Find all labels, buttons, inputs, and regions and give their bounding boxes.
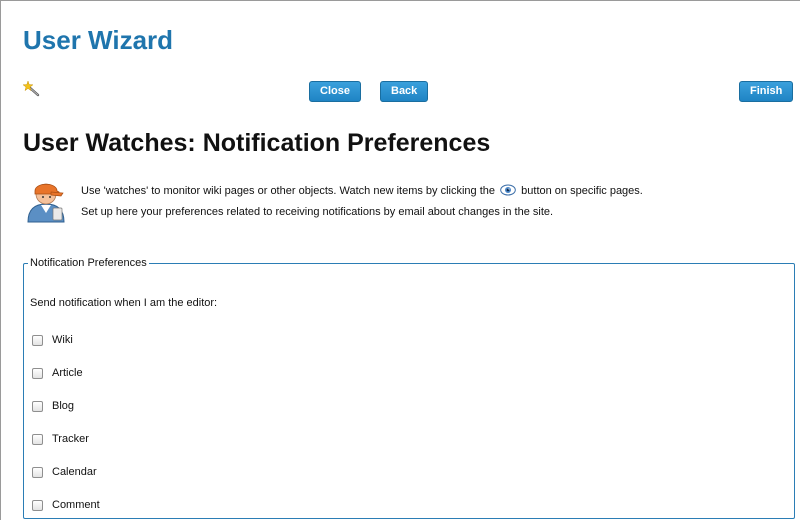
fieldset-legend: Notification Preferences: [30, 257, 147, 269]
eye-icon: [500, 184, 516, 196]
wand-icon: [23, 81, 40, 97]
option-label-calendar: Calendar: [52, 466, 97, 478]
intro-line-2: Set up here your preferences related to …: [81, 206, 554, 218]
option-label-wiki: Wiki: [52, 334, 73, 346]
option-label-article: Article: [52, 367, 83, 379]
notification-preferences-fieldset: Notification Preferences Send notificati…: [23, 257, 795, 519]
checkbox-article[interactable]: [32, 367, 43, 379]
user-wizard-page: User Wizard Close Back Finish User Watch…: [0, 0, 800, 520]
option-label-tracker: Tracker: [52, 433, 89, 445]
page-title: User Watches: Notification Preferences: [23, 129, 491, 157]
user-avatar-icon: [27, 183, 65, 223]
option-tracker[interactable]: Tracker: [32, 432, 89, 446]
send-notification-label: Send notification when I am the editor:: [30, 297, 218, 309]
option-article[interactable]: Article: [32, 366, 83, 380]
option-blog[interactable]: Blog: [32, 399, 74, 413]
intro-text: Use 'watches' to monitor wiki pages or o…: [81, 181, 643, 223]
checkbox-comment[interactable]: [32, 499, 43, 511]
close-button[interactable]: Close: [309, 81, 361, 102]
option-calendar[interactable]: Calendar: [32, 465, 97, 479]
intro-text-after-icon: button on specific pages.: [521, 185, 643, 197]
checkbox-blog[interactable]: [32, 400, 43, 412]
checkbox-wiki[interactable]: [32, 334, 43, 346]
finish-button[interactable]: Finish: [739, 81, 794, 102]
intro-text-before-icon: Use 'watches' to monitor wiki pages or o…: [81, 185, 496, 197]
checkbox-calendar[interactable]: [32, 466, 43, 478]
checkbox-tracker[interactable]: [32, 433, 43, 445]
option-wiki[interactable]: Wiki: [32, 333, 73, 347]
option-label-blog: Blog: [52, 400, 75, 412]
intro-line-1: Use 'watches' to monitor wiki pages or o…: [81, 181, 643, 202]
wizard-title: User Wizard: [23, 25, 174, 55]
back-button[interactable]: Back: [380, 81, 429, 102]
option-label-comment: Comment: [52, 499, 100, 511]
option-comment[interactable]: Comment: [32, 498, 100, 512]
